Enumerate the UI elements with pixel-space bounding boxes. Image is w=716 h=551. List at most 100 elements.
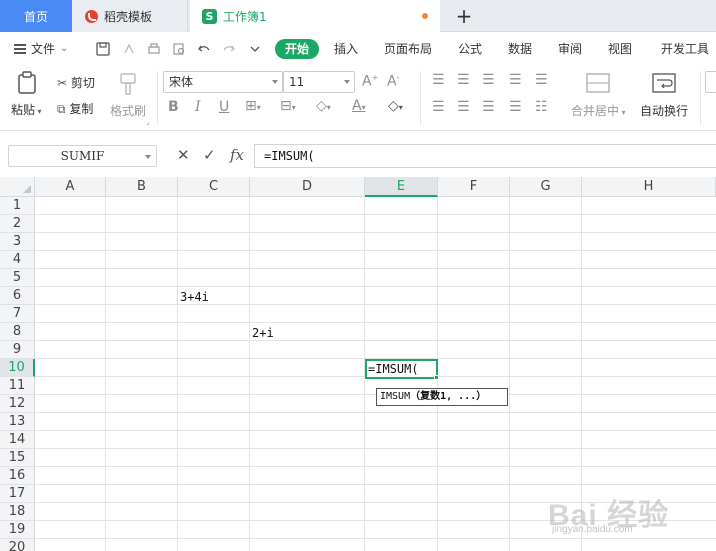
- merge-center-button[interactable]: 合并居中 ▾: [571, 102, 626, 119]
- align-middle-icon[interactable]: ☰: [457, 72, 470, 88]
- copy-button[interactable]: ⧉ 复制: [57, 100, 93, 117]
- bold-icon[interactable]: B: [168, 99, 179, 115]
- wrap-text-icon[interactable]: [652, 72, 676, 94]
- name-box[interactable]: SUMIF: [8, 145, 157, 167]
- paste-label: 粘贴: [11, 103, 36, 117]
- align-center-icon[interactable]: ☰: [457, 99, 470, 115]
- row-header-14[interactable]: 14: [0, 431, 35, 449]
- menu-tab-developer[interactable]: 开发工具: [661, 40, 709, 58]
- row-header-17[interactable]: 17: [0, 485, 35, 503]
- confirm-icon[interactable]: ✓: [203, 146, 216, 164]
- align-left-icon[interactable]: ☰: [432, 99, 445, 115]
- menu-tab-formulas[interactable]: 公式: [458, 40, 482, 58]
- decrease-indent-icon[interactable]: ☰: [509, 72, 522, 88]
- underline-icon[interactable]: U: [219, 99, 229, 115]
- new-tab-button[interactable]: +: [452, 0, 476, 32]
- decrease-font-size-icon[interactable]: A-: [387, 73, 399, 90]
- spreadsheet-icon: S: [202, 8, 217, 24]
- italic-icon[interactable]: I: [195, 99, 201, 115]
- fill-handle[interactable]: [434, 375, 439, 380]
- align-top-icon[interactable]: ☰: [432, 72, 445, 88]
- menu-tab-page-layout[interactable]: 页面布局: [384, 40, 432, 58]
- dropdown-arrow-icon: [272, 80, 278, 84]
- paste-button[interactable]: 粘贴 ▾: [11, 101, 42, 118]
- menu-tab-data[interactable]: 数据: [508, 40, 532, 58]
- save-icon[interactable]: [96, 42, 110, 56]
- column-header-e[interactable]: E: [365, 177, 438, 197]
- distribute-icon[interactable]: ☷: [535, 99, 548, 115]
- wrap-text-label[interactable]: 自动换行: [640, 102, 688, 119]
- active-cell-e10[interactable]: =IMSUM(: [365, 359, 439, 380]
- row-header-12[interactable]: 12: [0, 395, 35, 413]
- row-header-1[interactable]: 1: [0, 197, 35, 215]
- print-preview-icon[interactable]: [172, 42, 186, 56]
- increase-font-size-icon[interactable]: A+: [362, 73, 378, 90]
- customize-toolbar-icon[interactable]: [248, 42, 262, 56]
- row-header-5[interactable]: 5: [0, 269, 35, 287]
- expand-corner-icon[interactable]: ⌟: [146, 117, 150, 126]
- row-header-2[interactable]: 2: [0, 215, 35, 233]
- format-painter-label[interactable]: 格式刷: [110, 102, 146, 119]
- row-header-7[interactable]: 7: [0, 305, 35, 323]
- number-format-select[interactable]: [705, 71, 716, 93]
- menu-tab-insert[interactable]: 插入: [334, 40, 358, 58]
- column-header-d[interactable]: D: [250, 177, 365, 197]
- borders-icon[interactable]: ⊞▾: [245, 98, 261, 114]
- row-header-8[interactable]: 8: [0, 323, 35, 341]
- cell-c6[interactable]: 3+4i: [180, 288, 209, 306]
- tab-template[interactable]: 稻壳模板: [73, 0, 188, 32]
- tooltip-function-name: IMSUM: [380, 391, 411, 402]
- row-header-16[interactable]: 16: [0, 467, 35, 485]
- font-size-select[interactable]: 11: [283, 71, 355, 93]
- function-argument-tooltip[interactable]: IMSUM（复数1, ...）: [376, 388, 508, 406]
- align-right-icon[interactable]: ☰: [482, 99, 495, 115]
- row-header-3[interactable]: 3: [0, 233, 35, 251]
- column-header-h[interactable]: H: [582, 177, 716, 197]
- print-icon[interactable]: [147, 42, 161, 56]
- undo-icon[interactable]: [197, 42, 211, 56]
- cut-button[interactable]: ✂ 剪切: [57, 74, 95, 91]
- format-painter-icon[interactable]: [117, 72, 139, 98]
- tab-home[interactable]: 首页: [0, 0, 72, 32]
- column-header-g[interactable]: G: [510, 177, 582, 197]
- formula-input[interactable]: =IMSUM(: [254, 144, 716, 168]
- file-menu-label: 文件: [31, 42, 56, 56]
- row-header-9[interactable]: 9: [0, 341, 35, 359]
- menu-tab-review[interactable]: 审阅: [558, 40, 582, 58]
- docer-logo-icon: [85, 9, 98, 23]
- column-header-c[interactable]: C: [178, 177, 250, 197]
- row-header-15[interactable]: 15: [0, 449, 35, 467]
- insert-function-icon[interactable]: fx: [230, 146, 244, 164]
- menu-tab-start[interactable]: 开始: [275, 39, 319, 59]
- cell-d8[interactable]: 2+i: [252, 324, 274, 342]
- undo-history-icon[interactable]: [122, 42, 136, 56]
- row-header-11[interactable]: 11: [0, 377, 35, 395]
- row-header-10[interactable]: 10: [0, 359, 35, 377]
- fill-color-icon[interactable]: ◇▾: [316, 98, 331, 114]
- cell-style-icon[interactable]: ⊟▾: [280, 98, 296, 114]
- row-header-13[interactable]: 13: [0, 413, 35, 431]
- merge-center-icon[interactable]: [586, 72, 610, 94]
- select-all-button[interactable]: [0, 177, 35, 197]
- menu-tab-view[interactable]: 视图: [608, 40, 632, 58]
- row-header-4[interactable]: 4: [0, 251, 35, 269]
- row-header-6[interactable]: 6: [0, 287, 35, 305]
- increase-indent-icon[interactable]: ☰: [535, 72, 548, 88]
- column-header-f[interactable]: F: [438, 177, 510, 197]
- redo-icon[interactable]: [222, 42, 236, 56]
- caret-down-icon: ▾: [619, 108, 626, 117]
- clear-format-icon[interactable]: ◇▾: [388, 98, 403, 114]
- column-header-b[interactable]: B: [106, 177, 178, 197]
- paste-icon[interactable]: [17, 71, 39, 95]
- row-header-19[interactable]: 19: [0, 521, 35, 539]
- row-header-18[interactable]: 18: [0, 503, 35, 521]
- cancel-icon[interactable]: ✕: [177, 146, 190, 164]
- column-header-a[interactable]: A: [35, 177, 106, 197]
- row-header-20[interactable]: 20: [0, 539, 35, 551]
- align-bottom-icon[interactable]: ☰: [482, 72, 495, 88]
- file-menu-button[interactable]: 文件 ⌄: [14, 40, 68, 58]
- font-name-select[interactable]: 宋体: [163, 71, 283, 93]
- tab-workbook[interactable]: S 工作簿1: [190, 0, 440, 32]
- font-color-icon[interactable]: A▾: [352, 98, 366, 114]
- justify-icon[interactable]: ☰: [509, 99, 522, 115]
